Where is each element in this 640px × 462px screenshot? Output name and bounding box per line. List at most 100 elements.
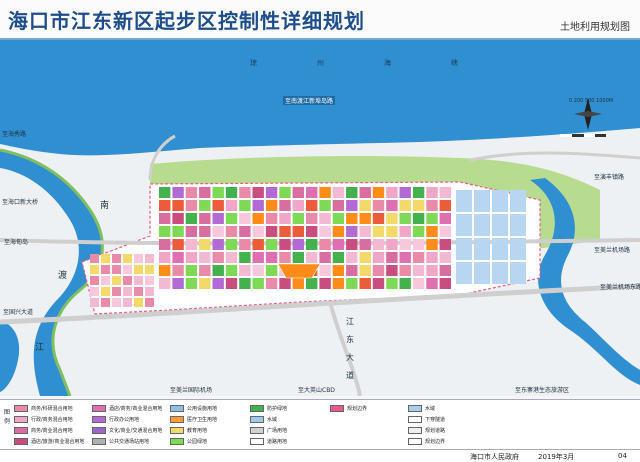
place-nandu-village: 至南渡江新埠岛路 [283, 96, 336, 105]
land-parcel [239, 200, 251, 211]
land-parcel [199, 239, 211, 250]
land-parcel [319, 200, 331, 211]
land-parcel [372, 187, 385, 198]
land-parcel [123, 265, 132, 274]
legend-swatch [170, 437, 184, 445]
land-parcel [159, 278, 171, 289]
land-parcel [439, 226, 451, 237]
land-parcel [412, 278, 425, 289]
legend-item: 公园绿地 [170, 437, 207, 445]
land-parcel [439, 200, 451, 211]
land-parcel [112, 254, 121, 263]
land-parcel [399, 187, 411, 198]
water-parcel [474, 262, 490, 284]
land-parcel [199, 265, 211, 276]
land-parcel [372, 239, 385, 250]
legend-swatch [14, 437, 28, 445]
land-parcel [159, 239, 171, 250]
land-parcel [319, 252, 331, 263]
land-parcel [292, 278, 304, 289]
water-parcel [492, 238, 508, 260]
water-parcel [510, 190, 526, 212]
legend-item: 防护绿地 [250, 404, 287, 412]
land-parcel [399, 239, 411, 250]
legend-label: 道路用地 [267, 438, 288, 445]
land-parcel [172, 278, 184, 289]
water-parcel [474, 238, 490, 260]
land-parcel [359, 200, 371, 211]
land-parcel [239, 187, 251, 198]
land-parcel [90, 298, 99, 307]
land-parcel [412, 265, 425, 276]
legend-item: 医疗卫生用地 [170, 415, 217, 423]
land-parcel [225, 239, 238, 250]
land-parcel [185, 252, 198, 263]
water-parcel [456, 262, 472, 284]
land-parcel [292, 226, 304, 237]
place-haidian: 至海甸岛 [4, 239, 29, 246]
land-parcel [346, 265, 358, 276]
land-parcel [412, 239, 425, 250]
land-parcel [212, 278, 224, 289]
land-parcel [172, 226, 184, 237]
land-parcel [386, 226, 398, 237]
legend-swatch [170, 415, 184, 423]
land-parcel [239, 213, 251, 224]
land-parcel [346, 239, 358, 250]
land-parcel [279, 213, 291, 224]
land-parcel [123, 276, 132, 285]
land-parcel [145, 276, 154, 285]
land-parcel [306, 226, 318, 237]
land-parcel [159, 252, 171, 263]
land-parcel [306, 278, 318, 289]
land-parcel [159, 200, 171, 211]
place-meilan-road: 至美兰机场路 [594, 247, 631, 254]
land-parcel [252, 226, 264, 237]
land-parcel [306, 252, 318, 263]
land-parcel [426, 265, 438, 276]
land-parcel [90, 254, 99, 263]
land-parcel [386, 200, 398, 211]
land-parcel [319, 278, 331, 289]
legend-item: 行政办公用地 [92, 415, 139, 423]
strait-label: 琼州海峡 [250, 59, 518, 67]
land-parcel [134, 276, 143, 285]
land-parcel [185, 200, 198, 211]
land-parcel [319, 265, 331, 276]
land-parcel [279, 239, 291, 250]
water-parcel [510, 238, 526, 260]
land-parcel [359, 252, 371, 263]
legend-swatch [250, 404, 264, 412]
river-char-1: 南 [100, 201, 110, 211]
land-parcel [252, 200, 264, 211]
land-parcel [372, 252, 385, 263]
land-parcel [332, 252, 345, 263]
legend-label: 酒店/旅游/商业混合用地 [31, 438, 85, 445]
river-char-3: 江 [35, 343, 45, 353]
land-parcel [101, 276, 110, 285]
legend-label: 行政办公用地 [109, 416, 140, 423]
legend-swatch [408, 404, 422, 412]
land-parcel [292, 213, 304, 224]
land-parcel [225, 200, 238, 211]
land-parcel [90, 287, 99, 296]
land-parcel [123, 254, 132, 263]
legend-label: 公共交通场站用地 [109, 438, 150, 445]
legend-item: 文化/商业/交通混合用地 [92, 426, 162, 434]
land-parcel [346, 252, 358, 263]
land-parcel [332, 187, 345, 198]
land-parcel [145, 287, 154, 296]
land-parcel [172, 252, 184, 263]
legend-label: 水域 [425, 405, 436, 412]
land-parcel [239, 278, 251, 289]
land-parcel [439, 213, 451, 224]
land-use-map[interactable]: 琼州海峡 至南渡江新埠岛路 至海秀路 至海口新大桥 至海甸岛 至国兴大道 至演丰… [0, 40, 640, 397]
land-parcel [426, 252, 438, 263]
land-parcel [112, 287, 121, 296]
land-parcel [172, 265, 184, 276]
place-meilan-east: 至美兰机场东路 [600, 284, 640, 291]
land-parcel [292, 239, 304, 250]
legend-item: 公共交通场站用地 [92, 437, 149, 445]
land-parcel [265, 265, 278, 276]
land-parcel [199, 200, 211, 211]
